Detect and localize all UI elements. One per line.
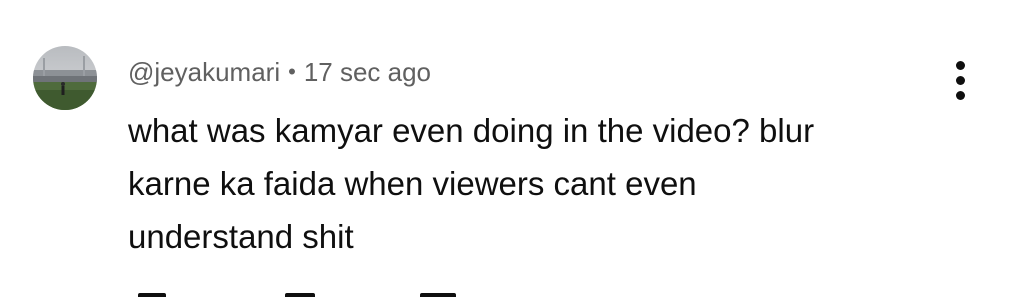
thumbs-up-icon[interactable]	[138, 293, 166, 297]
reply-icon[interactable]	[420, 293, 456, 297]
comment-action-bar	[0, 287, 1024, 297]
more-vertical-icon	[955, 60, 965, 70]
meta-separator: •	[288, 59, 296, 84]
avatar-image	[33, 46, 97, 110]
comment-timestamp: 17 sec ago	[303, 57, 432, 87]
comment-text: what was kamyar even doing in the video?…	[128, 104, 928, 263]
more-options-button[interactable]	[940, 56, 980, 104]
user-avatar[interactable]	[33, 46, 97, 110]
comment-text-line: karne ka faida when viewers cant even	[128, 165, 697, 202]
comment-item: @jeyakumari • 17 sec ago what was kamyar…	[0, 0, 1024, 297]
comment-meta: @jeyakumari • 17 sec ago	[128, 54, 431, 90]
comment-text-line: what was kamyar even doing in the video?…	[128, 112, 815, 149]
thumbs-down-icon[interactable]	[285, 293, 315, 297]
comment-text-line: understand shit	[128, 218, 354, 255]
author-handle[interactable]: @jeyakumari	[128, 54, 280, 90]
